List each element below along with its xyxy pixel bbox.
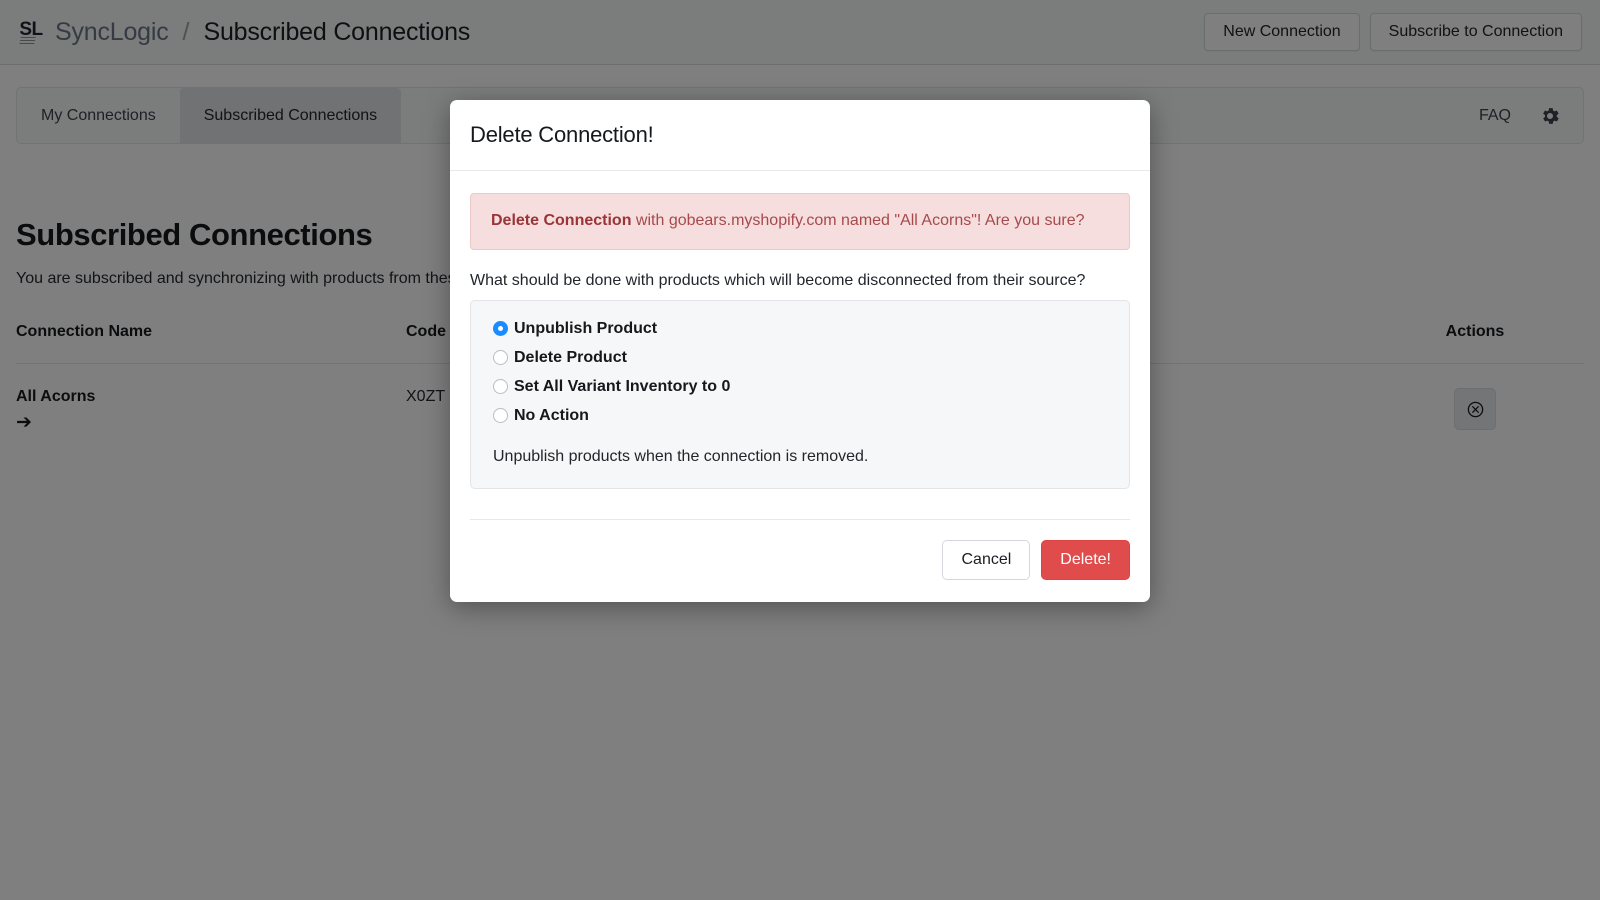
radio-unpublish-product[interactable]	[493, 321, 508, 336]
radio-no-action[interactable]	[493, 408, 508, 423]
radio-delete-product[interactable]	[493, 350, 508, 365]
option-set-variant-inventory-zero[interactable]: Set All Variant Inventory to 0	[493, 378, 1107, 396]
option-label: Set All Variant Inventory to 0	[514, 378, 730, 396]
option-no-action[interactable]: No Action	[493, 407, 1107, 425]
dialog-title: Delete Connection!	[470, 122, 1130, 148]
option-label: Unpublish Product	[514, 320, 657, 338]
selected-option-description: Unpublish products when the connection i…	[493, 448, 1107, 466]
option-label: No Action	[514, 407, 589, 425]
disconnect-action-options: Unpublish Product Delete Product Set All…	[470, 300, 1130, 489]
danger-alert-text: with gobears.myshopify.com named "All Ac…	[631, 212, 1084, 229]
radio-set-variant-inventory-zero[interactable]	[493, 379, 508, 394]
delete-connection-dialog: Delete Connection! Delete Connection wit…	[450, 100, 1150, 602]
option-unpublish-product[interactable]: Unpublish Product	[493, 320, 1107, 338]
dialog-footer: Cancel Delete!	[470, 519, 1130, 602]
dialog-body: Delete Connection with gobears.myshopify…	[450, 171, 1150, 503]
dialog-header: Delete Connection!	[450, 100, 1150, 171]
disconnect-prompt: What should be done with products which …	[470, 272, 1130, 290]
confirm-delete-button[interactable]: Delete!	[1041, 540, 1130, 580]
danger-alert: Delete Connection with gobears.myshopify…	[470, 193, 1130, 250]
option-delete-product[interactable]: Delete Product	[493, 349, 1107, 367]
danger-alert-strong: Delete Connection	[491, 212, 631, 229]
cancel-button[interactable]: Cancel	[942, 540, 1030, 580]
option-label: Delete Product	[514, 349, 627, 367]
